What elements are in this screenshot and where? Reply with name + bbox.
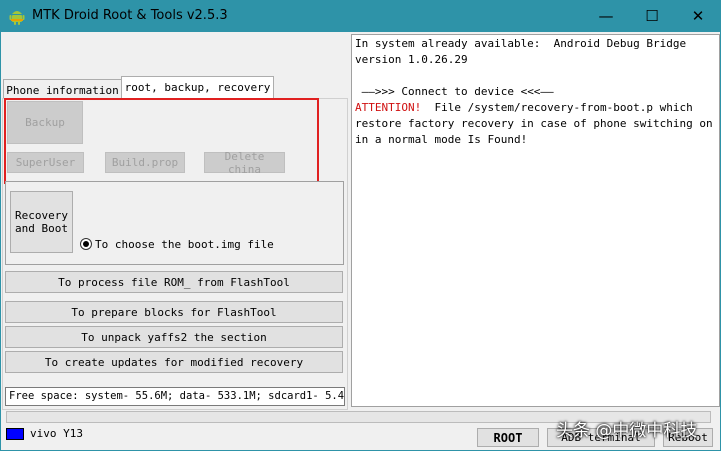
minimize-button[interactable]: —	[583, 0, 629, 32]
maximize-button[interactable]: ☐	[629, 0, 675, 32]
tab-root-backup-recovery[interactable]: root, backup, recovery	[121, 76, 274, 99]
device-color-swatch	[6, 428, 24, 440]
recovery-and-boot-button[interactable]: Recovery and Boot	[10, 191, 73, 253]
window-title: MTK Droid Root & Tools v2.5.3	[32, 8, 228, 23]
boot-img-radio-label: To choose the boot.img file	[95, 238, 274, 251]
red-highlight-box	[4, 98, 319, 184]
log-attention: ATTENTION!	[355, 101, 422, 114]
close-button[interactable]: ✕	[675, 0, 721, 32]
log-output[interactable]: In system already available: Android Deb…	[351, 34, 720, 407]
watermark: 头条 @中微中科技	[556, 421, 698, 441]
free-space-field[interactable]: Free space: system- 55.6M; data- 533.1M;…	[5, 387, 345, 406]
log-line-connect: ——>>> Connect to device <<<——	[355, 85, 554, 98]
create-updates-button[interactable]: To create updates for modified recovery	[5, 351, 343, 373]
title-bar[interactable]: MTK Droid Root & Tools v2.5.3 — ☐ ✕	[0, 0, 721, 32]
boot-img-radio[interactable]	[80, 238, 92, 250]
process-rom-button[interactable]: To process file ROM_ from FlashTool	[5, 271, 343, 293]
root-button[interactable]: ROOT	[477, 428, 539, 447]
prepare-blocks-button[interactable]: To prepare blocks for FlashTool	[5, 301, 343, 323]
device-name: vivo Y13	[30, 427, 83, 440]
unpack-yaffs2-button[interactable]: To unpack yaffs2 the section	[5, 326, 343, 348]
tab-phone-information[interactable]: Phone information	[3, 79, 122, 99]
log-line-adb: In system already available: Android Deb…	[355, 37, 693, 66]
android-icon	[9, 11, 25, 25]
